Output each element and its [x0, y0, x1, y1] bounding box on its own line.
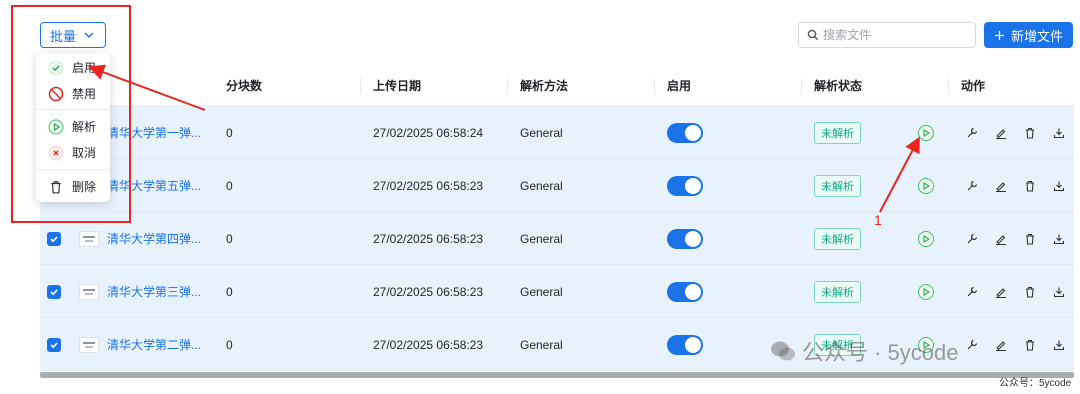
corner-watermark: 公众号：5ycode [999, 378, 1072, 389]
annotation-arrow-to-menu [88, 64, 206, 111]
watermark: 公众号 · 5ycode [770, 335, 959, 367]
annotation-arrow-to-play [879, 136, 920, 213]
watermark-text: 公众号 · 5ycode [802, 340, 959, 365]
annotation-number: 1 [874, 212, 882, 228]
wechat-icon [771, 341, 795, 361]
